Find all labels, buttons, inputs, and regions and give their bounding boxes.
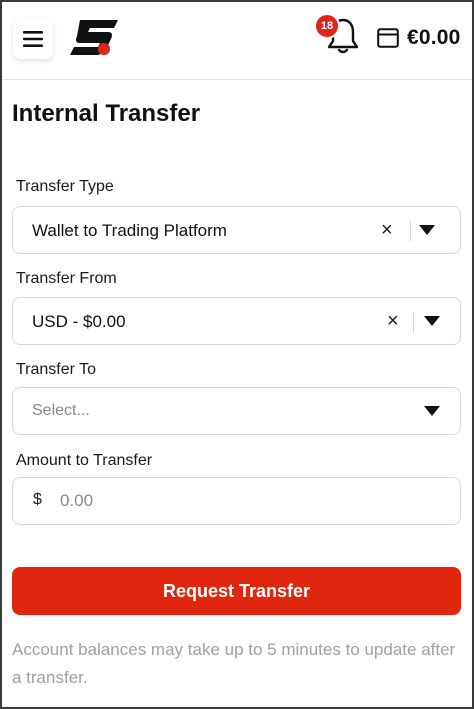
- amount-label: Amount to Transfer: [16, 452, 153, 469]
- balance-amount: €0.00: [407, 26, 461, 49]
- transfer-type-select[interactable]: Wallet to Trading Platform ×: [12, 206, 461, 254]
- chevron-down-icon[interactable]: [424, 316, 440, 326]
- wallet-icon: [377, 28, 399, 48]
- transfer-to-select[interactable]: Select...: [12, 387, 461, 435]
- select-divider: [413, 312, 414, 332]
- chevron-down-icon[interactable]: [424, 406, 440, 416]
- transfer-from-select[interactable]: USD - $0.00 ×: [12, 297, 461, 345]
- chevron-down-icon[interactable]: [419, 225, 435, 235]
- request-transfer-button[interactable]: Request Transfer: [12, 567, 461, 615]
- transfer-to-label: Transfer To: [16, 361, 97, 378]
- close-icon[interactable]: ×: [387, 309, 399, 333]
- amount-input[interactable]: $ 0.00: [12, 477, 461, 525]
- page-title: Internal Transfer: [12, 100, 201, 127]
- select-divider: [410, 221, 411, 241]
- hamburger-menu-icon: [23, 31, 43, 47]
- transfer-from-value: USD - $0.00: [32, 312, 126, 331]
- transfer-type-label: Transfer Type: [16, 178, 114, 195]
- menu-button[interactable]: [13, 19, 53, 59]
- amount-placeholder: 0.00: [60, 491, 94, 510]
- brand-logo[interactable]: [68, 18, 122, 58]
- top-bar: 18 €0.00: [2, 2, 472, 80]
- currency-symbol: $: [33, 491, 42, 508]
- info-note: Account balances may take up to 5 minute…: [12, 640, 456, 687]
- close-icon[interactable]: ×: [381, 218, 393, 242]
- wallet-balance[interactable]: €0.00: [377, 26, 461, 50]
- transfer-to-placeholder: Select...: [32, 402, 90, 419]
- transfer-from-label: Transfer From: [16, 270, 117, 287]
- transfer-type-value: Wallet to Trading Platform: [32, 221, 227, 240]
- notification-count-badge: 18: [314, 13, 340, 39]
